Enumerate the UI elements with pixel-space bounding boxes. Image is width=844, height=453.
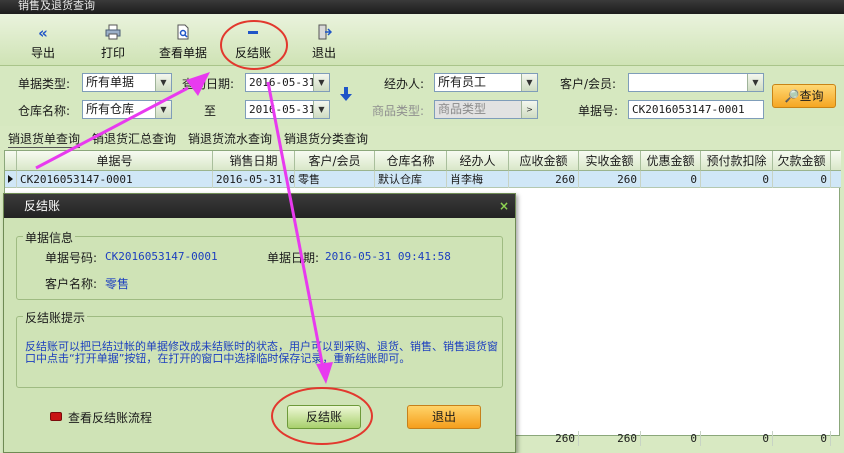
- cell-arrears: 0: [773, 171, 831, 188]
- column-header[interactable]: 实收金额: [579, 151, 641, 171]
- doc-no-value: CK2016053147-0001: [105, 250, 218, 263]
- column-header[interactable]: 仓库名称: [375, 151, 447, 171]
- column-header[interactable]: 单据号: [17, 151, 213, 171]
- unsettle-button[interactable]: 反结账: [233, 24, 273, 61]
- cell-discount: 0: [641, 171, 701, 188]
- column-header[interactable]: 优惠金额: [641, 151, 701, 171]
- cell-doc-no: CK2016053147-0001: [17, 171, 213, 188]
- close-icon[interactable]: ×: [499, 199, 509, 213]
- tip-text: 反结账可以把已结过帐的单据修改成未结账时的状态，用户可以到采购、退货、销售、销售…: [25, 340, 498, 365]
- row-indicator: [5, 171, 17, 188]
- print-button[interactable]: 打印: [98, 24, 128, 61]
- doc-no-label: 单据号码:: [45, 251, 98, 265]
- cell-customer: 零售: [295, 171, 375, 188]
- warehouse-select[interactable]: 所有仓库 ▼: [82, 100, 172, 119]
- double-chevron-left-icon: «: [38, 24, 48, 42]
- tab-flow-query[interactable]: 销退货流水查询: [188, 130, 272, 147]
- chevron-down-icon[interactable]: ▼: [155, 74, 171, 91]
- row-indicator-header: [5, 151, 17, 171]
- tip-legend: 反结账提示: [23, 309, 88, 326]
- cell-warehouse: 默认仓库: [375, 171, 447, 188]
- doc-info-group: 单据信息 单据号码: CK2016053147-0001 单据日期: 2016-…: [16, 229, 503, 300]
- chevron-down-icon[interactable]: ▼: [313, 101, 329, 118]
- grid-header: 单据号 销售日期 客户/会员 仓库名称 经办人 应收金额 实收金额 优惠金额 预…: [5, 151, 841, 171]
- column-header[interactable]: 预付款扣除: [701, 151, 773, 171]
- chevron-down-icon[interactable]: ▼: [521, 74, 537, 91]
- unsettle-dialog: 反结账 × 单据信息 单据号码: CK2016053147-0001 单据日期:…: [3, 193, 516, 453]
- total-prepay-deduct: 0: [701, 431, 773, 446]
- column-header[interactable]: 应收金额: [509, 151, 579, 171]
- customer-label: 客户名称:: [45, 277, 98, 291]
- operator-select[interactable]: 所有员工 ▼: [434, 73, 538, 92]
- product-type-label: 商品类型:: [372, 104, 425, 118]
- query-tabs: 销退货单查询 销退货汇总查询 销退货流水查询 销退货分类查询: [0, 128, 844, 148]
- customer-value: 零售: [105, 277, 130, 291]
- printer-icon: [98, 24, 128, 42]
- chevron-down-icon[interactable]: ▼: [155, 101, 171, 118]
- column-header[interactable]: 客户/会员: [295, 151, 375, 171]
- tip-group: 反结账提示 反结账可以把已结过帐的单据修改成未结账时的状态，用户可以到采购、退货…: [16, 309, 503, 388]
- doc-no-input[interactable]: CK2016053147-0001: [628, 100, 764, 119]
- document-search-icon: [158, 24, 208, 42]
- view-flow-link[interactable]: 查看反结账流程: [68, 409, 152, 426]
- toolbar: « 导出 打印 查看单据 反结账 退出: [0, 14, 844, 66]
- customer-select[interactable]: ▼: [628, 73, 764, 92]
- magnifier-icon: 🔎: [784, 89, 800, 103]
- cell-receivable: 260: [509, 171, 579, 188]
- total-arrears: 0: [773, 431, 831, 446]
- column-header[interactable]: 销售日期: [213, 151, 295, 171]
- window-title: 销售及退货查询: [0, 0, 844, 14]
- minus-icon: [233, 24, 273, 42]
- cell-sale-date: 2016-05-31 0: [213, 171, 295, 188]
- exit-door-icon: [310, 24, 338, 42]
- flow-indicator-icon: [50, 412, 62, 421]
- confirm-unsettle-button[interactable]: 反结账: [287, 405, 361, 429]
- filter-panel: 单据类型: 所有单据 ▼ 查询日期: 2016-05-31 ▼ 经办人: 所有员…: [0, 66, 844, 126]
- date-to-picker[interactable]: 2016-05-31 ▼: [245, 100, 330, 119]
- product-type-select: 商品类型 >: [434, 100, 538, 119]
- chevron-down-icon[interactable]: ▼: [313, 74, 329, 91]
- doc-info-legend: 单据信息: [23, 229, 76, 246]
- to-label: 至: [204, 104, 217, 118]
- dialog-title: 反结账: [4, 194, 515, 218]
- tab-category-query[interactable]: 销退货分类查询: [284, 130, 368, 147]
- doc-date-label: 单据日期:: [267, 251, 320, 265]
- doc-type-label: 单据类型:: [18, 77, 71, 91]
- view-document-button[interactable]: 查看单据: [158, 24, 208, 61]
- column-header[interactable]: 欠款金额: [773, 151, 831, 171]
- operator-label: 经办人:: [384, 77, 425, 91]
- column-header[interactable]: 经办人: [447, 151, 509, 171]
- tab-doc-query[interactable]: 销退货单查询: [8, 130, 81, 148]
- total-receivable: 260: [509, 431, 579, 446]
- total-discount: 0: [641, 431, 701, 446]
- exit-button[interactable]: 退出: [310, 24, 338, 61]
- total-received: 260: [579, 431, 641, 446]
- row-pointer-icon: [8, 175, 13, 183]
- query-date-label: 查询日期:: [182, 77, 235, 91]
- cell-operator: 肖李梅: [447, 171, 509, 188]
- doc-date-value: 2016-05-31 09:41:58: [325, 250, 451, 263]
- chevron-down-icon[interactable]: ▼: [747, 74, 763, 91]
- cell-prepay-deduct: 0: [701, 171, 773, 188]
- cell-received: 260: [579, 171, 641, 188]
- arrow-down-icon[interactable]: [340, 87, 352, 105]
- customer-label: 客户/会员:: [560, 77, 617, 91]
- table-row[interactable]: CK2016053147-0001 2016-05-31 0 零售 默认仓库 肖…: [5, 171, 841, 188]
- query-button[interactable]: 🔎查询: [772, 84, 836, 108]
- doc-type-select[interactable]: 所有单据 ▼: [82, 73, 172, 92]
- doc-no-label: 单据号:: [578, 104, 619, 118]
- export-button[interactable]: « 导出: [28, 24, 58, 61]
- chevron-right-icon: >: [521, 101, 537, 118]
- tab-summary-query[interactable]: 销退货汇总查询: [92, 130, 176, 147]
- dialog-exit-button[interactable]: 退出: [407, 405, 481, 429]
- date-from-picker[interactable]: 2016-05-31 ▼: [245, 73, 330, 92]
- warehouse-label: 仓库名称:: [18, 104, 71, 118]
